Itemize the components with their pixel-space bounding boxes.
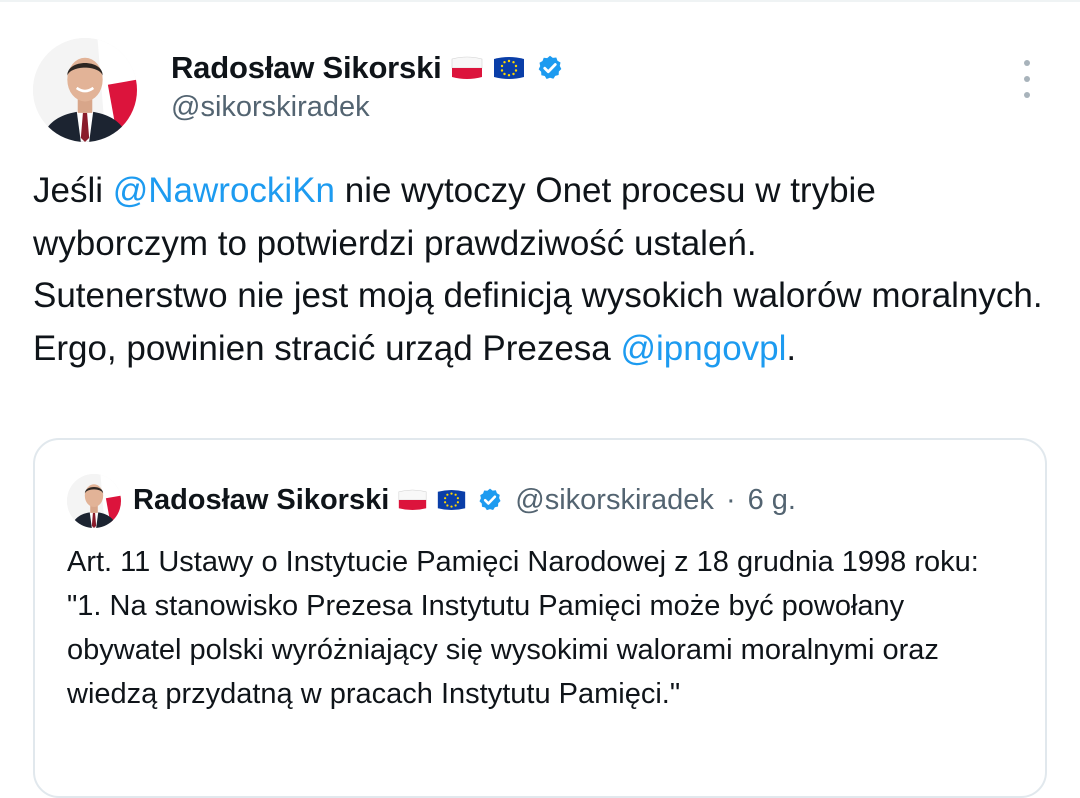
author-name[interactable]: Radosław Sikorski xyxy=(171,50,442,86)
mention-link-nawrocki[interactable]: @NawrockiKn xyxy=(113,171,335,210)
poland-flag-icon xyxy=(450,55,484,81)
quoted-tweet-card[interactable]: Radosław Sikorski @sikorskiradek · 6 g. … xyxy=(33,438,1047,798)
tweet-text-segment: Sutenerstwo nie jest moją definicją wyso… xyxy=(33,276,1043,315)
eu-flag-icon xyxy=(436,488,467,512)
poland-flag-icon xyxy=(397,488,428,512)
more-vertical-icon[interactable] xyxy=(1014,60,1040,98)
verified-badge-icon[interactable] xyxy=(536,54,564,82)
top-divider xyxy=(0,0,1080,2)
tweet-text-segment: Ergo, powinien stracić urząd Prezesa xyxy=(33,328,621,368)
quoted-timestamp[interactable]: 6 g. xyxy=(748,484,796,517)
tweet-text: Jeśli @NawrockiKn nie wytoczy Onet proce… xyxy=(33,165,1053,375)
tweet-text-segment: Jeśli xyxy=(33,171,113,210)
quoted-header: Radosław Sikorski @sikorskiradek · 6 g. xyxy=(133,480,796,520)
quoted-author-name[interactable]: Radosław Sikorski xyxy=(133,484,389,517)
quoted-separator: · xyxy=(725,483,736,516)
verified-badge-icon xyxy=(477,487,503,513)
author-avatar[interactable] xyxy=(33,38,137,142)
author-handle[interactable]: @sikorskiradek xyxy=(171,91,370,124)
quoted-text-line: Art. 11 Ustawy o Instytucie Pamięci Naro… xyxy=(67,546,979,578)
tweet-text-segment: . xyxy=(786,328,797,368)
author-name-row: Radosław Sikorski xyxy=(171,48,564,88)
quoted-text-line: "1. Na stanowisko Prezesa Instytutu Pami… xyxy=(67,590,939,710)
quoted-author-avatar[interactable] xyxy=(67,474,121,528)
eu-flag-icon xyxy=(492,55,526,81)
quoted-tweet-text: Art. 11 Ustawy o Instytucie Pamięci Naro… xyxy=(67,540,1017,716)
quoted-author-handle[interactable]: @sikorskiradek xyxy=(515,484,714,517)
mention-link-ipn[interactable]: @ipngovpl xyxy=(621,329,787,368)
